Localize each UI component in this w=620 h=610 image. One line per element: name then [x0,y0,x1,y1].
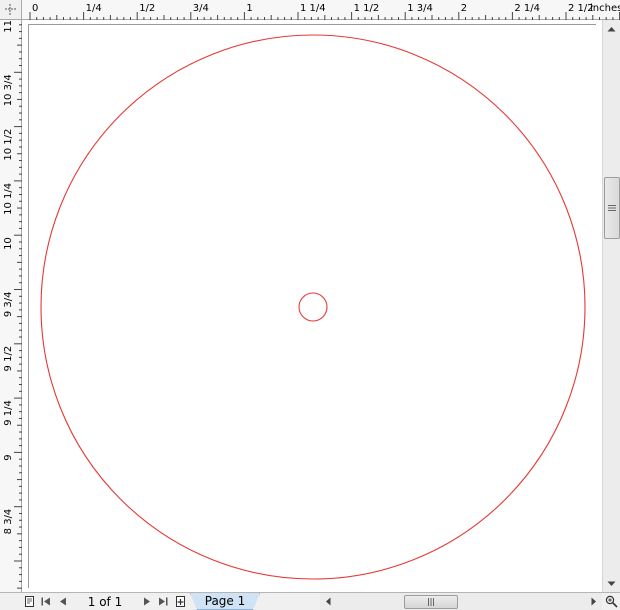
vertical-scroll-thumb[interactable] [604,177,620,239]
v-ruler-label: 10 [3,237,14,250]
scroll-left-button[interactable] [320,593,336,610]
zoom-button[interactable] [602,593,620,610]
add-page-icon [176,595,185,607]
grip-icon [428,598,434,606]
h-ruler-label: 1 1/4 [300,3,326,14]
next-page-button[interactable] [140,593,154,610]
v-ruler-label: 9 1/2 [3,346,14,372]
last-page-icon [159,597,168,606]
arrow-left-icon [326,597,331,606]
v-ruler-label: 11 [3,20,14,33]
h-ruler-label: 1 1/2 [354,3,380,14]
h-ruler-label: 2 1/4 [514,3,540,14]
v-ruler-label: 9 3/4 [3,292,14,318]
h-ruler-label: 0 [32,3,38,14]
zoom-icon [605,595,618,608]
prev-page-button[interactable] [56,593,70,610]
last-page-button[interactable] [156,593,170,610]
ruler-corner[interactable] [0,0,22,20]
first-page-icon [41,597,50,606]
arrow-right-icon [591,597,596,606]
drawing-canvas[interactable] [22,20,602,592]
first-page-button[interactable] [39,593,53,610]
page-options-button[interactable] [22,593,38,610]
vertical-ruler: 11 10 3/4 10 1/2 10 1/4 10 9 3/4 9 1/2 9 1/4 9 8 … [0,20,22,592]
h-ruler-label: 2 [461,3,467,14]
inner-circle[interactable] [298,292,328,322]
page-options-icon [25,595,34,607]
arrow-down-icon [607,581,616,586]
page-tab-page-1[interactable]: Page 1 [190,593,260,610]
ruler-origin-icon [5,4,17,16]
grip-icon [608,205,616,211]
h-ruler-label: 1/4 [86,3,102,14]
next-page-icon [144,597,150,606]
ruler-units-label: inches [590,3,620,14]
horizontal-scroll-thumb[interactable] [404,595,458,609]
h-ruler-label: 1/2 [139,3,155,14]
arrow-up-icon [607,26,616,31]
v-ruler-label: 10 1/4 [3,183,14,215]
prev-page-icon [60,597,66,606]
v-ruler-label: 9 [3,454,14,460]
h-ruler-label: 3/4 [193,3,209,14]
v-ruler-label: 8 3/4 [3,509,14,535]
outer-circle[interactable] [40,34,586,580]
v-ruler-label: 10 1/2 [3,129,14,161]
scroll-right-button[interactable] [586,593,602,610]
add-page-button[interactable] [173,593,189,610]
h-ruler-label: 1 [246,3,252,14]
vertical-scrollbar[interactable] [602,20,620,592]
horizontal-ruler: 0 1/4 1/2 3/4 1 1 1/4 1 1/2 1 3/4 2 2 1/4 2 1/2 inc… [22,0,620,20]
scroll-down-button[interactable] [603,575,620,592]
page-count: 1 of 1 [87,594,123,609]
document-navigator: 1 of 1 Page 1 [0,592,620,610]
v-ruler-label: 9 1/4 [3,400,14,426]
scroll-up-button[interactable] [603,20,620,37]
h-ruler-label: 1 3/4 [407,3,433,14]
v-ruler-label: 10 3/4 [3,74,14,106]
horizontal-scrollbar[interactable] [320,593,602,610]
